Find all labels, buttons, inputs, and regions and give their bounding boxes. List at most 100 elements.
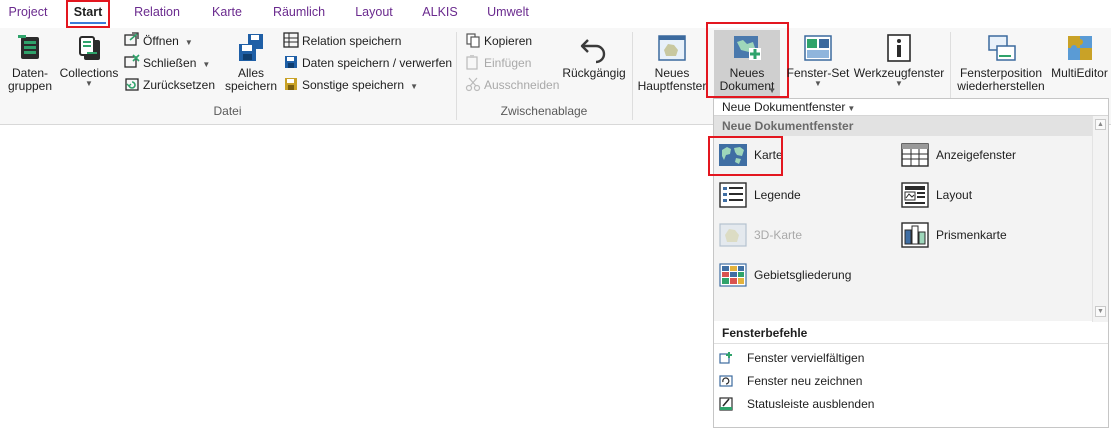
tab-karte[interactable]: Karte <box>206 0 248 28</box>
chevron-down-icon: ▼ <box>184 38 193 47</box>
save-other-icon <box>285 78 297 90</box>
tab-raeumlich[interactable]: Räumlich <box>268 0 330 28</box>
chevron-down-icon: ▼ <box>410 82 418 91</box>
einfuegen-button[interactable]: Einfügen <box>465 53 531 73</box>
ribbon-tab-bar: Project Start Relation Karte Räumlich La… <box>0 0 1111 28</box>
undo-icon <box>580 39 606 64</box>
legend-icon <box>719 182 747 208</box>
alles-speichern-button[interactable]: Alles speichern <box>222 32 280 93</box>
copy-icon <box>466 33 480 48</box>
info-window-icon <box>887 34 911 62</box>
close-window-icon <box>124 54 140 68</box>
neues-dokument-dropdown: Neue Dokumentfenster ▼ Neue Dokumentfenst… <box>708 98 1109 428</box>
kopieren-button[interactable]: Kopieren <box>465 31 532 51</box>
neues-hauptfenster-button[interactable]: Neues Hauptfenster <box>636 32 708 93</box>
sonstige-speichern-label: Sonstige speichern <box>302 78 405 92</box>
gallery-item-anzeigefenster[interactable]: Anzeigefenster <box>900 138 1068 172</box>
tab-umwelt[interactable]: Umwelt <box>480 0 536 28</box>
separator-line <box>714 343 1108 344</box>
statusleiste-ausblenden-command[interactable]: Statusleiste ausblenden <box>719 394 874 414</box>
daten-gruppen-button[interactable]: Daten- gruppen <box>6 32 54 93</box>
gallery-item-layout-label: Layout <box>936 188 973 202</box>
ausschneiden-label: Ausschneiden <box>484 78 560 92</box>
gallery-item-prismenkarte-label: Prismenkarte <box>936 228 1007 242</box>
status-bar-icon <box>719 397 733 411</box>
tab-project[interactable]: Project <box>2 0 54 28</box>
rueckgaengig-button[interactable]: Rückgängig <box>560 32 628 80</box>
gallery-item-3d-karte[interactable]: 3D-Karte <box>718 218 886 252</box>
gallery-header: Neue Dokumentfenster <box>714 116 1092 136</box>
chevron-down-icon: ▼ <box>202 60 211 69</box>
tab-alkis[interactable]: ALKIS <box>418 0 462 28</box>
zuruecksetzen-label: Zurücksetzen <box>143 78 216 92</box>
3d-map-icon <box>719 223 747 247</box>
fensterbefehle-header: Fensterbefehle <box>722 326 808 340</box>
dropdown-title[interactable]: Neue Dokumentfenster ▼ <box>722 100 855 114</box>
multieditor-label: MultiEditor <box>1051 66 1108 80</box>
gallery-item-prismenkarte[interactable]: Prismenkarte <box>900 218 1068 252</box>
statusleiste-ausblenden-label: Statusleiste ausblenden <box>747 397 875 411</box>
save-all-icon <box>239 34 263 61</box>
restore-position-icon <box>988 35 1016 61</box>
gallery-item-gebietsgliederung[interactable]: Gebietsgliederung <box>718 258 886 292</box>
rueckgaengig-label: Rückgängig <box>562 66 626 80</box>
open-folder-icon <box>124 32 139 46</box>
highlight-frame-tab-start <box>66 0 110 28</box>
fenster-neu-zeichnen-command[interactable]: Fenster neu zeichnen <box>719 371 862 391</box>
schliessen-label: Schließen <box>143 56 197 70</box>
layout-icon <box>901 182 929 208</box>
oeffnen-label: Öffnen <box>143 34 179 48</box>
window-set-icon <box>804 35 832 61</box>
sonstige-speichern-button[interactable]: Sonstige speichern ▼ <box>283 75 418 95</box>
save-data-icon <box>285 56 297 68</box>
daten-speichern-label: Daten speichern / verwerfen <box>302 56 453 70</box>
fenster-neu-zeichnen-label: Fenster neu zeichnen <box>747 374 863 388</box>
redraw-icon <box>719 375 733 387</box>
zuruecksetzen-button[interactable]: Zurücksetzen <box>124 75 215 95</box>
ausschneiden-button[interactable]: Ausschneiden <box>465 75 559 95</box>
puzzle-icon <box>1067 36 1092 60</box>
werkzeugfenster-button[interactable]: Werkzeugfenster ▼ <box>852 32 946 88</box>
fenster-set-button[interactable]: Fenster-Set ▼ <box>786 32 850 88</box>
cut-icon <box>465 77 481 92</box>
alles-speichern-label2: speichern <box>224 79 278 93</box>
gallery-item-gebietsgliederung-label: Gebietsgliederung <box>754 268 852 282</box>
neues-hauptfenster-label2: Hauptfenster <box>637 79 707 93</box>
gallery-item-layout[interactable]: Layout <box>900 178 1068 212</box>
highlight-frame-neues-dokument <box>706 22 789 98</box>
scroll-down-icon[interactable]: ▼ <box>1095 306 1106 317</box>
table-view-icon <box>901 143 929 167</box>
region-grid-icon <box>719 263 747 287</box>
gallery-item-3d-karte-label: 3D-Karte <box>754 228 803 242</box>
fenster-vervielfaeltigen-command[interactable]: Fenster vervielfältigen <box>719 348 864 368</box>
main-window-icon <box>658 35 686 61</box>
gallery-item-legende-label: Legende <box>754 188 801 202</box>
daten-gruppen-label2: gruppen <box>7 79 53 93</box>
tab-layout[interactable]: Layout <box>350 0 398 28</box>
gallery-scrollbar[interactable]: ▲ ▼ <box>1092 116 1108 322</box>
oeffnen-button[interactable]: Öffnen ▼ <box>124 31 193 51</box>
schliessen-button[interactable]: Schließen ▼ <box>124 53 210 73</box>
paste-icon <box>466 55 478 70</box>
scroll-up-icon[interactable]: ▲ <box>1095 119 1106 130</box>
gallery-item-legende[interactable]: Legende <box>718 178 886 212</box>
multieditor-button[interactable]: MultiEditor <box>1048 32 1111 80</box>
collections-icon <box>79 36 100 60</box>
document-gallery: Neue Dokumentfenster Karte Anzeigefenste… <box>708 115 1108 322</box>
collections-button[interactable]: Collections ▼ <box>58 32 120 88</box>
dropdown-title-label: Neue Dokumentfenster <box>722 100 846 114</box>
einfuegen-label: Einfügen <box>484 56 532 70</box>
gallery-item-anzeigefenster-label: Anzeigefenster <box>936 148 1017 162</box>
chevron-down-icon: ▼ <box>85 79 93 88</box>
save-relation-icon <box>283 32 299 48</box>
relation-speichern-button[interactable]: Relation speichern <box>283 31 401 51</box>
fensterposition-button[interactable]: Fensterposition wiederherstellen <box>955 32 1047 93</box>
prism-map-icon <box>901 222 929 248</box>
duplicate-window-icon <box>719 352 732 364</box>
chevron-down-icon: ▼ <box>847 104 856 113</box>
tab-relation[interactable]: Relation <box>128 0 186 28</box>
daten-speichern-button[interactable]: Daten speichern / verwerfen <box>283 53 452 73</box>
kopieren-label: Kopieren <box>484 34 533 48</box>
fensterposition-label2: wiederherstellen <box>957 79 1045 93</box>
group-label-datei: Datei <box>213 104 242 118</box>
